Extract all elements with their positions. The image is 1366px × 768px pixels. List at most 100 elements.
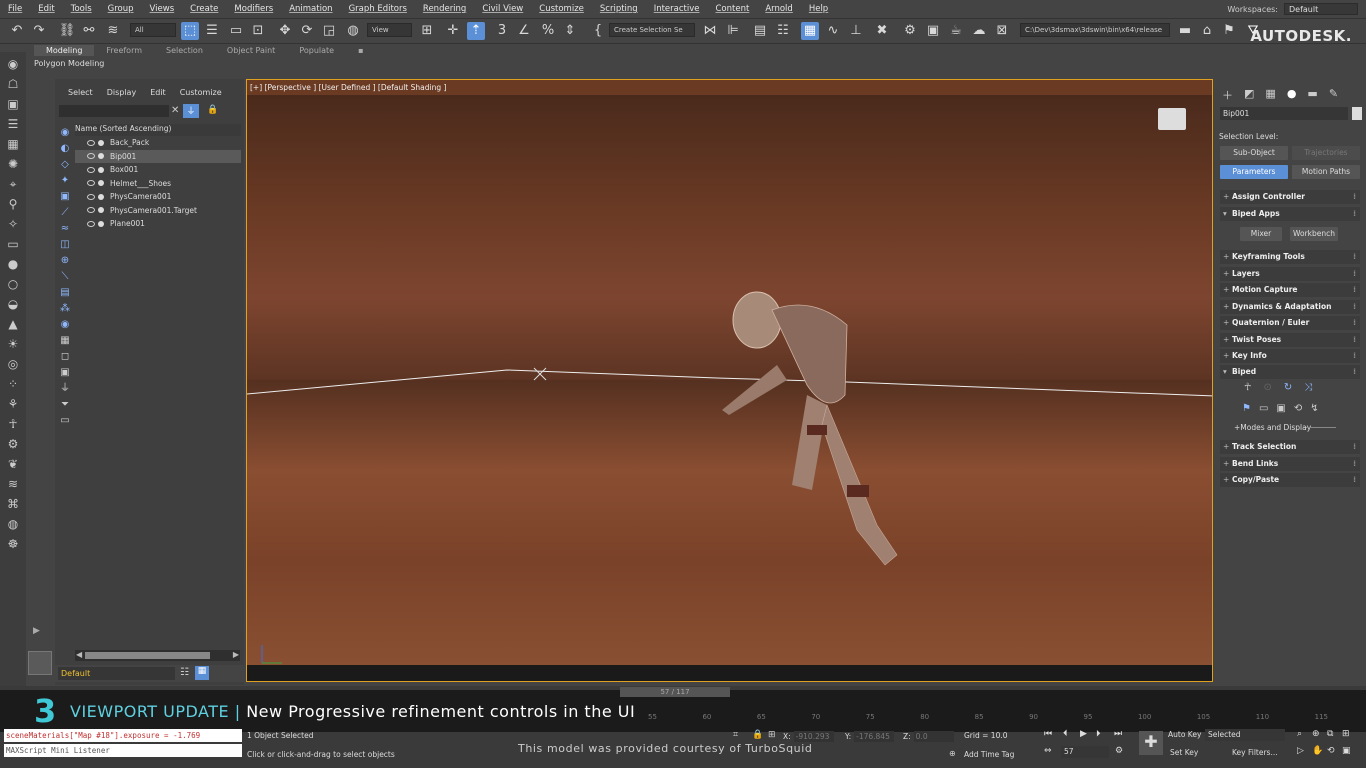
fov-icon[interactable]: ▷ [1297,746,1304,756]
tree-row[interactable]: Plane001 [75,217,241,231]
modes-display-label[interactable]: +Modes and Display [1234,423,1311,432]
render-iterative-icon[interactable]: ☁ [970,22,988,40]
particles-icon[interactable]: ⁘ [4,376,22,392]
rollout-biped-apps[interactable]: Biped Apps [1220,207,1360,221]
zoom-extents-icon[interactable]: ⧉ [1327,729,1333,739]
object-color-swatch[interactable] [1352,107,1362,120]
ribbon-tab-freeform[interactable]: Freeform [94,45,154,56]
current-layer-select[interactable]: Default [58,667,175,680]
invert-selection-icon[interactable]: ▣ [58,366,72,380]
current-frame-field[interactable]: 57 [1061,746,1109,758]
filter-icon[interactable]: ⏚ [183,104,199,118]
gear-icon[interactable]: ⚙ [4,436,22,452]
cloth-icon[interactable]: ⌘ [4,496,22,512]
motion-flow-icon[interactable]: ↻ [1284,382,1292,393]
curve-editor-icon[interactable]: ∿ [824,22,842,40]
list-icon[interactable]: ☰ [4,116,22,132]
menu-scripting[interactable]: Scripting [592,4,646,14]
menu-customize[interactable]: Customize [531,4,592,14]
explorer-menu-customize[interactable]: Customize [180,88,222,97]
percent-snap-icon[interactable]: % [539,22,557,40]
rollout-layers[interactable]: Layers [1220,266,1360,281]
y-value[interactable]: -176.845 [854,731,895,742]
rotate-icon[interactable]: ⟳ [298,22,316,40]
move-icon[interactable]: ✥ [276,22,294,40]
bone-filter-icon[interactable]: ⟍ [58,270,72,284]
biped-playback-icon[interactable]: ⚑ [1242,403,1251,414]
folder-icon[interactable]: ▭ [58,414,72,428]
menu-graph-editors[interactable]: Graph Editors [341,4,415,14]
workspaces-select[interactable]: Default [1284,3,1358,15]
maxscript-input[interactable]: MAXScript Mini Listener [4,744,242,757]
render-setup-icon[interactable]: ⚙ [901,22,919,40]
display-tab-icon[interactable]: ▬ [1307,87,1317,103]
ribbon-tab-selection[interactable]: Selection [154,45,215,56]
rect-selection-icon[interactable]: ▭ [227,22,245,40]
rollout-quaternion-euler[interactable]: Quaternion / Euler [1220,316,1360,330]
shape-filter-icon[interactable]: ◇ [58,158,72,172]
visibility-eye-icon[interactable] [87,193,95,200]
next-frame-icon[interactable]: ⏵ [1096,729,1101,739]
rollout-keyframing-tools[interactable]: Keyframing Tools [1220,250,1360,264]
bind-spacewarp-icon[interactable]: ≋ [104,22,122,40]
camera-icon[interactable]: ⌖ [4,176,22,192]
explorer-mode-icon[interactable]: ▦ [195,666,209,680]
keyboard-shortcut-override-icon[interactable]: ⇡ [467,22,485,40]
tree-row[interactable]: Bip001 [75,149,241,163]
spacewarp-filter-icon[interactable]: ≈ [58,222,72,236]
snaps-toggle-icon[interactable]: 3 [493,22,511,40]
menu-modifiers[interactable]: Modifiers [226,4,281,14]
visibility-eye-icon[interactable] [87,166,95,173]
dome-icon[interactable]: ◒ [4,296,22,312]
workbench-button[interactable]: Workbench [1290,227,1338,241]
key-set-select[interactable]: Selected [1205,729,1285,741]
time-config-icon[interactable]: ⚙ [1115,746,1123,756]
zoom-extents-all-icon[interactable]: ⊞ [1342,729,1350,739]
explorer-menu-display[interactable]: Display [107,88,137,97]
frozen-filter-icon[interactable]: ⁂ [58,302,72,316]
funnel-toggle-icon[interactable]: ⏷ [58,398,72,412]
project-icon[interactable]: ⚑ [1220,22,1238,40]
place-icon[interactable]: ◍ [344,22,362,40]
mixer-button[interactable]: Mixer [1240,227,1282,241]
absolute-mode-icon[interactable]: ⊞ [768,730,776,740]
ribbon-tab-modeling[interactable]: Modeling [34,45,95,56]
window-crossing-icon[interactable]: ⊡ [249,22,267,40]
menu-content[interactable]: Content [708,4,758,14]
visibility-eye-icon[interactable] [87,153,95,160]
menu-animation[interactable]: Animation [281,4,340,14]
pan-icon[interactable]: ✋ [1312,746,1323,756]
menu-arnold[interactable]: Arnold [757,4,801,14]
select-none-icon[interactable]: ◻ [58,350,72,364]
goto-start-icon[interactable]: ⏮ [1044,729,1052,739]
visibility-eye-icon[interactable] [87,207,95,214]
figure-icon[interactable]: ☥ [4,416,22,432]
select-manipulate-icon[interactable]: ✛ [444,22,462,40]
render-in-cloud-icon[interactable]: ⊠ [993,22,1011,40]
tree-row[interactable]: Box001 [75,163,241,177]
astronaut-figure[interactable] [717,285,907,585]
modify-tab-icon[interactable]: ◩ [1244,87,1254,103]
rollout-copy-paste[interactable]: Copy/Paste [1220,473,1360,487]
grid-icon[interactable]: ▦ [4,136,22,152]
auto-key-button[interactable]: Auto Key [1168,730,1201,739]
rollout-motion-capture[interactable]: Motion Capture [1220,283,1360,297]
explorer-search-input[interactable] [59,105,169,117]
isolate-icon[interactable]: ⌗ [733,730,738,740]
layer-explorer-icon[interactable]: ☷ [774,22,792,40]
schematic-view-icon[interactable]: ⊥ [847,22,865,40]
z-value[interactable]: 0.0 [913,731,954,742]
explorer-menu-edit[interactable]: Edit [150,88,166,97]
utilities-tab-icon[interactable]: ✎ [1329,87,1338,103]
rollout-biped[interactable]: Biped [1220,365,1360,379]
maxscript-output[interactable]: sceneMaterials["Map #18"].exposure = -1.… [4,729,242,742]
tree-row[interactable]: Back_Pack [75,136,241,150]
select-all-icon[interactable]: ▦ [58,334,72,348]
menu-rendering[interactable]: Rendering [415,4,474,14]
ribbon-subtitle[interactable]: Polygon Modeling [34,59,104,68]
rollout-twist-poses[interactable]: Twist Poses [1220,332,1360,347]
pivot-center-icon[interactable]: ⊞ [418,22,436,40]
group-filter-icon[interactable]: ◫ [58,238,72,252]
menu-help[interactable]: Help [801,4,836,14]
angle-snap-icon[interactable]: ∠ [515,22,533,40]
